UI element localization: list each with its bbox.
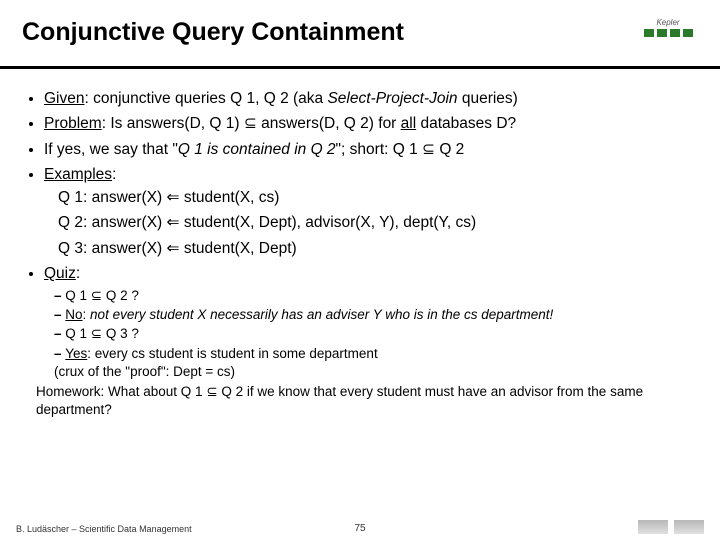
example-q1: Q 1: answer(X) ⇐ student(X, cs) — [58, 186, 698, 209]
examples-list: Q 1: answer(X) ⇐ student(X, cs) Q 2: ans… — [44, 186, 698, 260]
kepler-logo-label: Kepler — [656, 18, 679, 27]
slide-body: Given: conjunctive queries Q 1, Q 2 (aka… — [0, 69, 720, 418]
example-q3: Q 3: answer(X) ⇐ student(X, Dept) — [58, 237, 698, 260]
slide-footer: B. Ludäscher – Scientific Data Managemen… — [0, 520, 720, 534]
main-bullets: Given: conjunctive queries Q 1, Q 2 (aka… — [22, 87, 698, 285]
bullet-problem: Problem: Is answers(D, Q 1) ⊆ answers(D,… — [44, 112, 698, 135]
quiz-item-1: Q 1 ⊆ Q 2 ? — [54, 287, 698, 305]
quiz-item-2: No: not every student X necessarily has … — [54, 306, 698, 324]
slide-title: Conjunctive Query Containment — [22, 18, 404, 47]
kepler-logo-icon — [644, 29, 693, 37]
bullet-quiz: Quiz: — [44, 262, 698, 285]
sdsc-logo-icon — [638, 520, 668, 534]
ucsd-logo-icon — [674, 520, 704, 534]
quiz-item-4: Yes: every cs student is student in some… — [54, 345, 698, 381]
bullet-given: Given: conjunctive queries Q 1, Q 2 (aka… — [44, 87, 698, 110]
quiz-label: Quiz — [44, 265, 76, 282]
footer-author: B. Ludäscher – Scientific Data Managemen… — [16, 524, 192, 534]
problem-label: Problem — [44, 115, 102, 132]
quiz-list: Q 1 ⊆ Q 2 ? No: not every student X nece… — [22, 287, 698, 381]
kepler-logo: Kepler — [638, 18, 698, 58]
slide-header: Conjunctive Query Containment Kepler — [0, 0, 720, 69]
given-label: Given — [44, 90, 85, 107]
page-number: 75 — [354, 523, 365, 534]
example-q2: Q 2: answer(X) ⇐ student(X, Dept), advis… — [58, 211, 698, 234]
bullet-examples: Examples: Q 1: answer(X) ⇐ student(X, cs… — [44, 163, 698, 260]
homework-text: Homework: What about Q 1 ⊆ Q 2 if we kno… — [22, 383, 698, 418]
examples-label: Examples — [44, 166, 112, 183]
quiz-item-3: Q 1 ⊆ Q 3 ? — [54, 325, 698, 343]
bullet-ifyes: If yes, we say that "Q 1 is contained in… — [44, 138, 698, 161]
footer-logos — [638, 520, 704, 534]
